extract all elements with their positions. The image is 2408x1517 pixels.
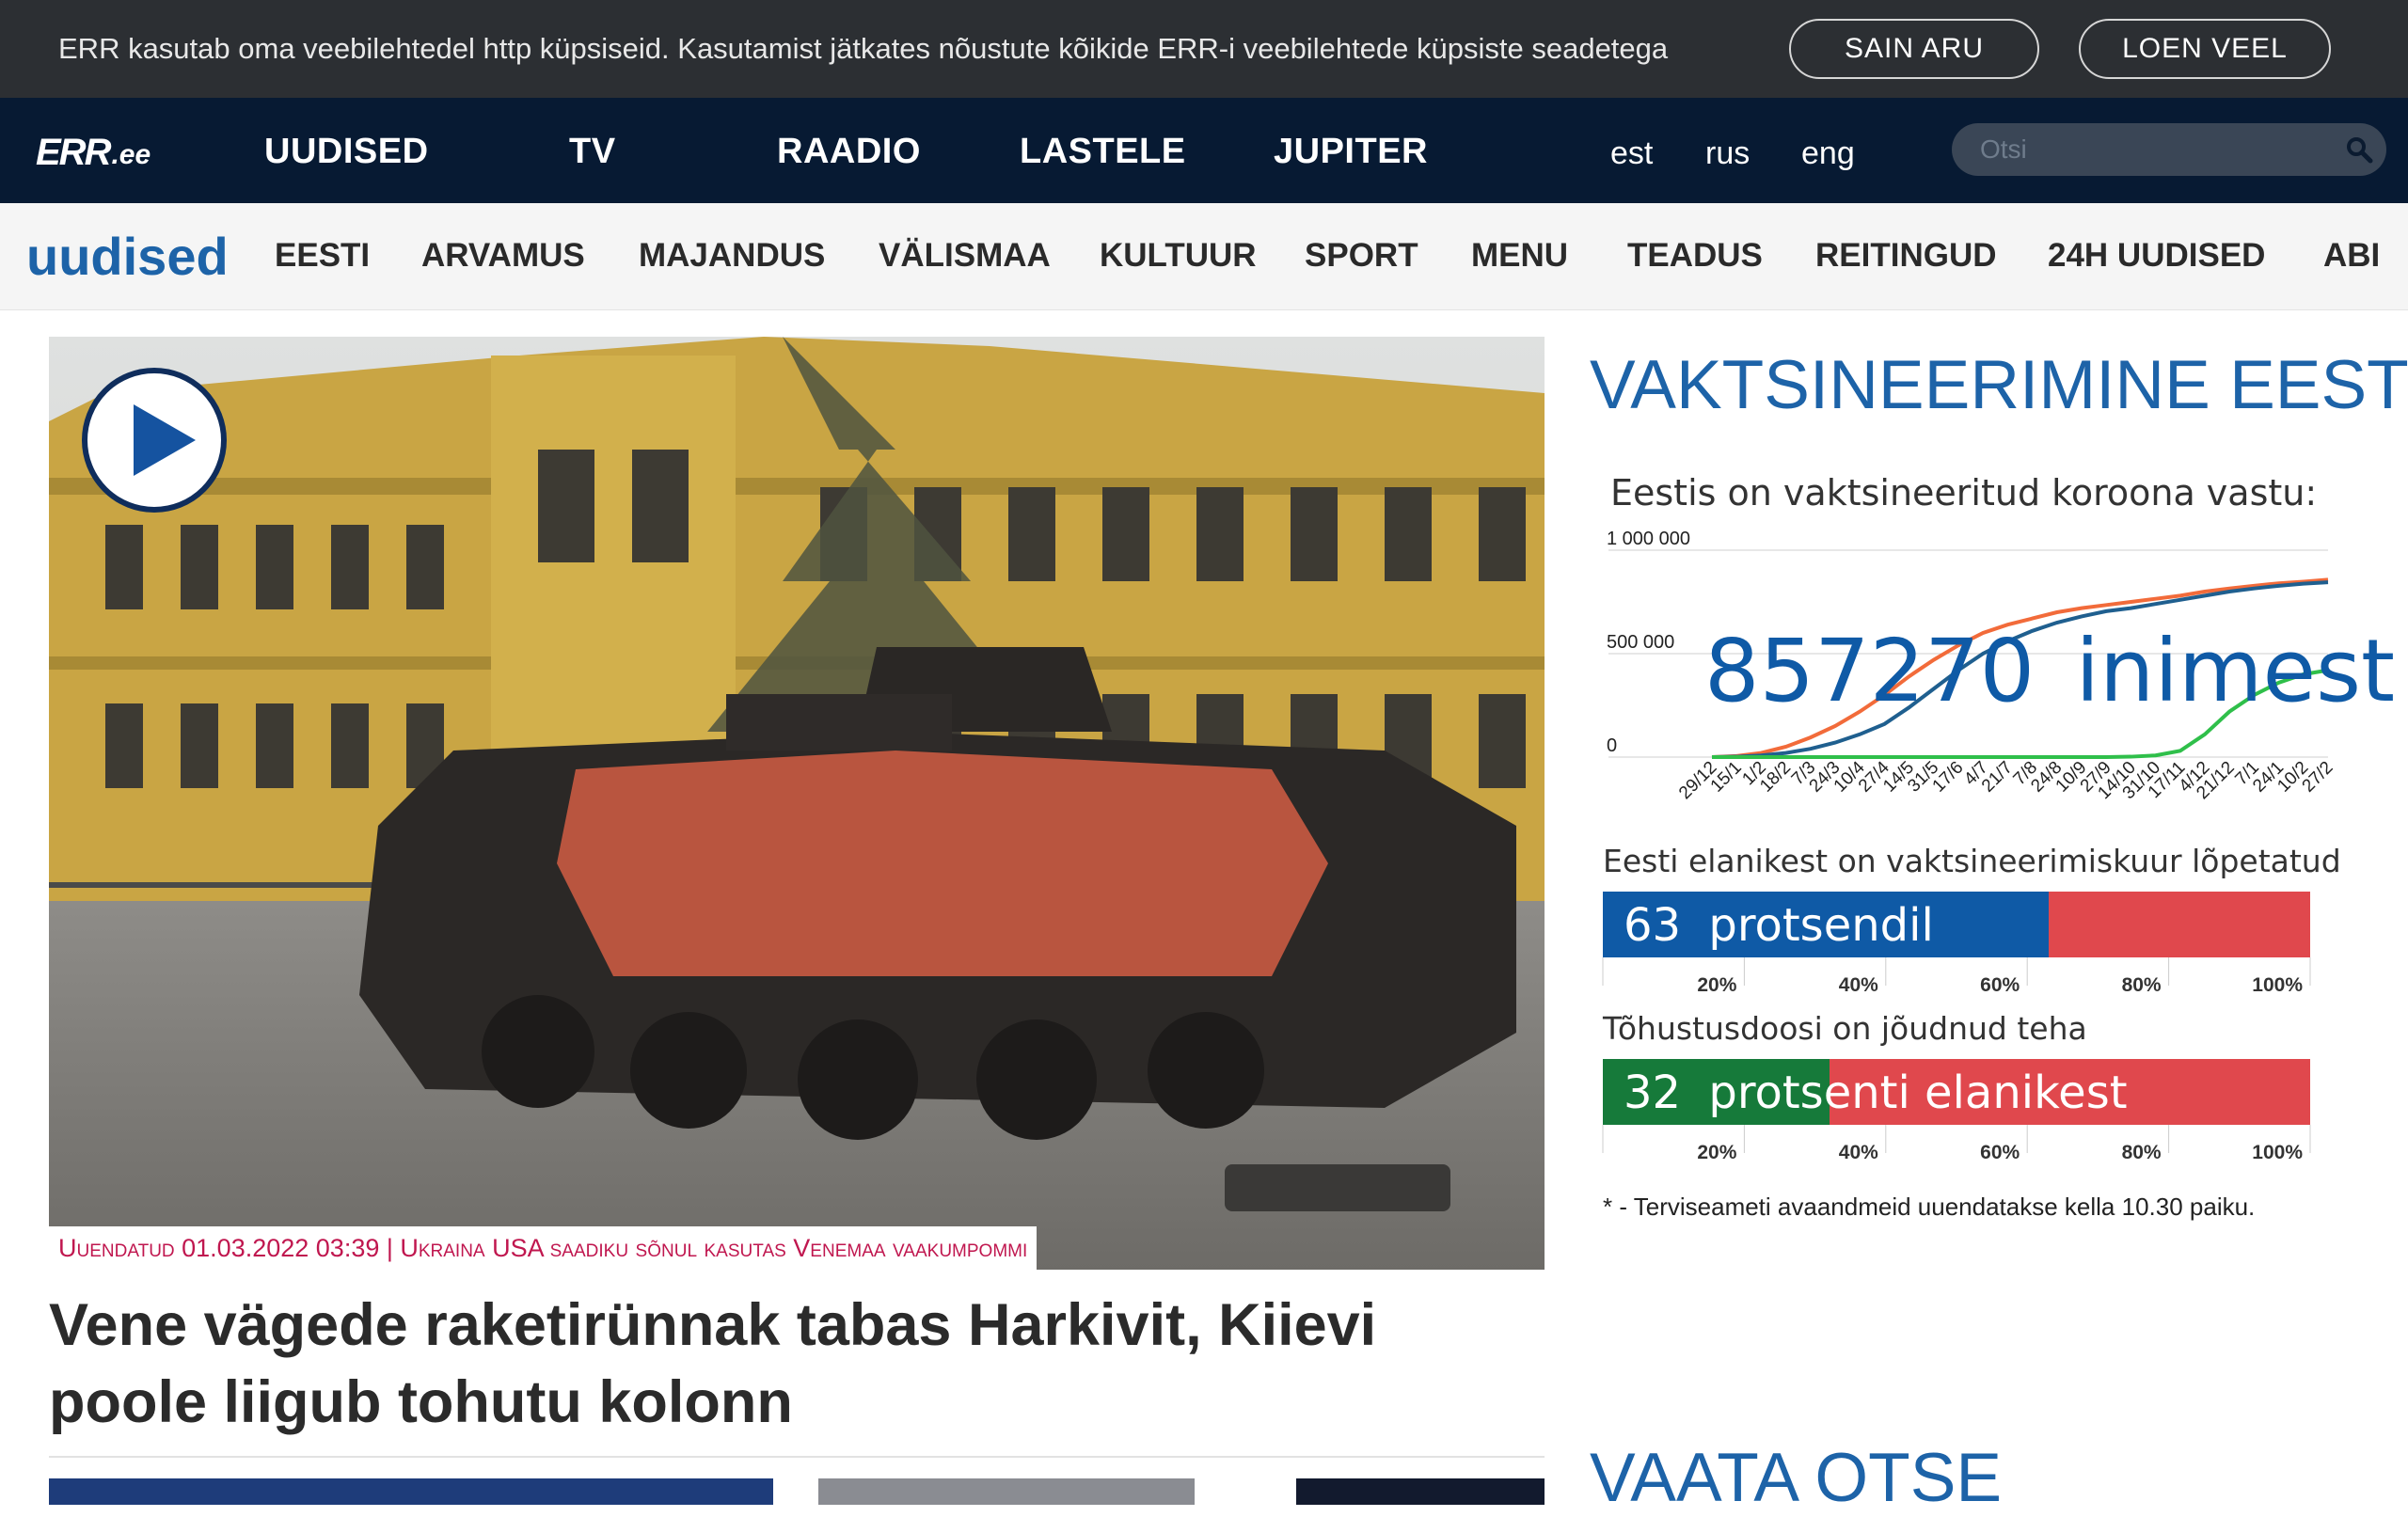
hero-headline[interactable]: Vene vägede raketirünnak tabas Harkivit,… [49, 1287, 1545, 1441]
booster-label: Tõhustusdoosi on jõudnud teha [1603, 1010, 2087, 1047]
lang-rus[interactable]: rus [1705, 135, 1750, 172]
completed-label: Eesti elanikest on vaktsineerimiskuur lõ… [1603, 843, 2341, 879]
err-logo[interactable]: ERR .ee [36, 134, 150, 171]
cookie-accept-button[interactable]: SAIN ARU [1789, 19, 2039, 79]
search-box [1952, 123, 2386, 176]
data-note: * - Terviseameti avaandmeid uuendatakse … [1603, 1193, 2256, 1221]
booster-bar: 32 protsenti elanikest [1603, 1059, 2310, 1125]
nav-jupiter[interactable]: JUPITER [1274, 132, 1428, 172]
count-unit: inimest [2075, 621, 2396, 721]
x-tick-label: 27/2 [2299, 758, 2337, 797]
completed-axis: 20% 40% 60% 80% 100% [1602, 957, 2311, 996]
chart-title: Eestis on vaktsineeritud koroona vastu: [1610, 472, 2318, 514]
x-tick-label: 100% [2252, 974, 2303, 996]
vaccination-title: VAKTSINEERIMINE EESTIS [1590, 347, 2408, 423]
section-item-kultuur[interactable]: KULTUUR [1100, 237, 1257, 275]
logo-mark: ERR [36, 132, 111, 173]
hero-image[interactable]: Uuendatud 01.03.2022 03:39 | Ukraina USA… [49, 337, 1545, 1270]
y-tick-label: 1 000 000 [1607, 529, 1690, 549]
article-thumbnail[interactable] [49, 1478, 773, 1505]
logo-domain: .ee [111, 139, 151, 170]
section-item-majandus[interactable]: MAJANDUS [639, 237, 825, 275]
booster-bar-text: 32 protsenti elanikest [1624, 1067, 2128, 1119]
nav-raadio[interactable]: RAADIO [777, 132, 921, 172]
y-tick-label: 0 [1607, 735, 1617, 756]
x-tick-label: 20% [1697, 974, 1736, 996]
x-tick-label: 60% [1980, 974, 2020, 996]
x-tick-label: 80% [2122, 1142, 2162, 1163]
x-tick-label: 80% [2122, 974, 2162, 996]
completed-unit: protsendil [1708, 899, 1934, 952]
divider [49, 1456, 1545, 1458]
lang-eng[interactable]: eng [1801, 135, 1855, 172]
hero-caption[interactable]: Uuendatud 01.03.2022 03:39 | Ukraina USA… [49, 1226, 1038, 1270]
section-item-24h-uudised[interactable]: 24H UUDISED [2048, 237, 2265, 275]
y-tick-label: 500 000 [1607, 632, 1674, 653]
x-tick-label: 20% [1697, 1142, 1736, 1163]
lang-est[interactable]: est [1610, 135, 1653, 172]
main-nav: ERR .ee UUDISED TV RAADIO LASTELE JUPITE… [0, 98, 2408, 203]
cookie-more-button[interactable]: LOEN VEEL [2079, 19, 2331, 79]
section-item-eesti[interactable]: EESTI [275, 237, 370, 275]
hero-photo [49, 337, 1545, 1270]
live-title[interactable]: VAATA OTSE [1590, 1439, 2002, 1517]
completed-bar: 63 protsendil [1603, 892, 2310, 957]
section-title[interactable]: uudised [26, 226, 229, 287]
vaccinated-count: 857270 inimest [1704, 621, 2395, 721]
article-thumbnail[interactable] [1296, 1478, 1545, 1505]
nav-uudised[interactable]: UUDISED [264, 132, 429, 172]
x-tick-label: 40% [1839, 1142, 1878, 1163]
section-item-sport[interactable]: SPORT [1305, 237, 1418, 275]
x-tick-label: 40% [1839, 974, 1878, 996]
search-input[interactable] [1978, 131, 2336, 168]
booster-value: 32 [1624, 1067, 1682, 1119]
cookie-banner: ERR kasutab oma veebilehtedel http küpsi… [0, 0, 2408, 98]
play-icon[interactable] [79, 365, 230, 515]
article-thumbnail[interactable] [818, 1478, 1195, 1505]
completed-bar-text: 63 protsendil [1624, 899, 1934, 952]
section-item-teadus[interactable]: TEADUS [1627, 237, 1763, 275]
search-icon[interactable] [2345, 135, 2373, 164]
section-item-arvamus[interactable]: ARVAMUS [421, 237, 585, 275]
section-item-valismaa[interactable]: VÄLISMAA [879, 237, 1051, 275]
section-item-abi[interactable]: ABI [2323, 237, 2380, 275]
count-value: 857270 [1704, 621, 2036, 721]
section-nav: uudised EESTI ARVAMUS MAJANDUS VÄLISMAA … [0, 203, 2408, 310]
booster-axis: 20% 40% 60% 80% 100% [1602, 1125, 2311, 1163]
x-tick-label: 60% [1980, 1142, 2020, 1163]
section-item-reitingud[interactable]: REITINGUD [1815, 237, 1997, 275]
cookie-text: ERR kasutab oma veebilehtedel http küpsi… [58, 32, 1669, 65]
x-tick-label: 100% [2252, 1142, 2303, 1163]
section-item-menu[interactable]: MENU [1471, 237, 1568, 275]
nav-tv[interactable]: TV [569, 132, 616, 172]
completed-value: 63 [1624, 899, 1682, 952]
nav-lastele[interactable]: LASTELE [1020, 132, 1186, 172]
booster-unit: protsenti elanikest [1708, 1067, 2128, 1119]
